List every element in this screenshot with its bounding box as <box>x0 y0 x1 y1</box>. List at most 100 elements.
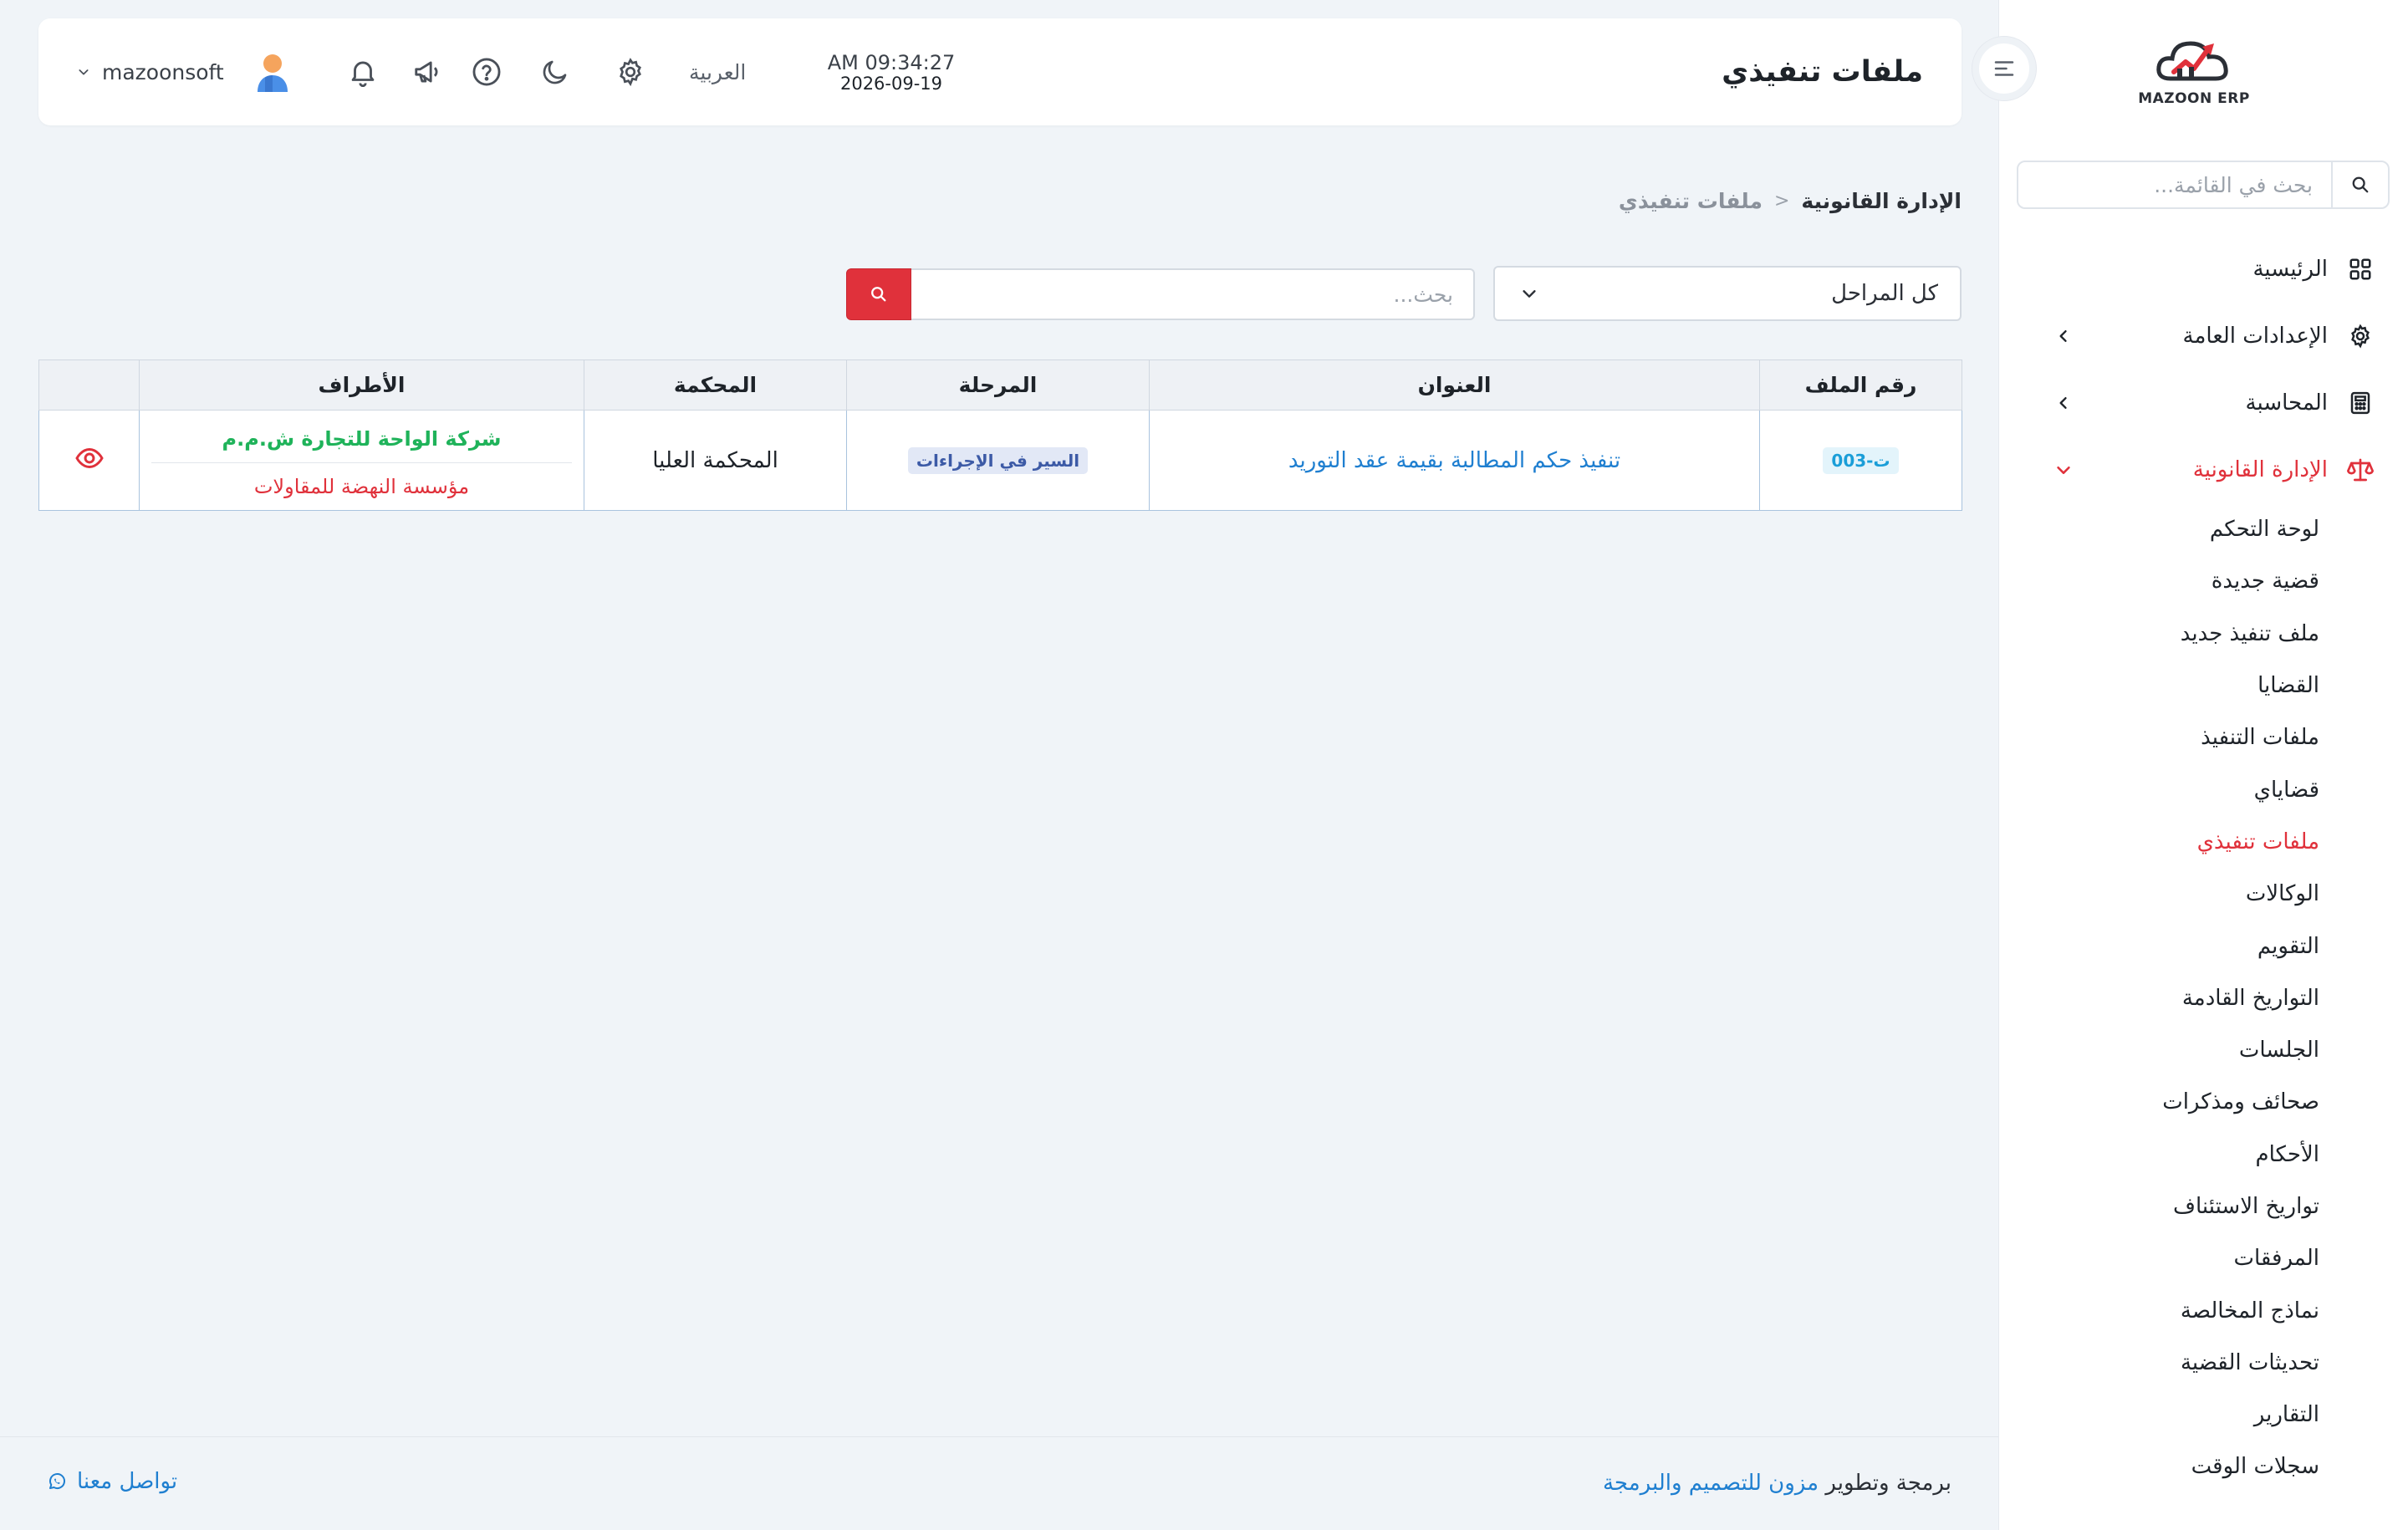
sub-item-dashboard[interactable]: لوحة التحكم <box>1998 503 2408 555</box>
sidebar-search <box>2017 161 2390 209</box>
chevron-down-icon <box>1520 284 1538 303</box>
clock-time: AM 09:34:27 <box>827 51 956 74</box>
stage-filter-value: كل المراحل <box>1831 281 1938 306</box>
cell-stage: السير في الإجراءات <box>846 410 1150 511</box>
sub-item-new-case[interactable]: قضية جديدة <box>1998 555 2408 607</box>
clock: AM 09:34:27 2026-09-19 <box>794 52 988 95</box>
brand-logo[interactable]: MAZOON ERP <box>2127 30 2261 114</box>
column-header-file-number: رقم الملف <box>1759 360 1962 411</box>
footer: برمجة وتطوير مزون للتصميم والبرمجة تواصل… <box>0 1436 1998 1530</box>
cell-actions <box>38 410 140 511</box>
contact-us-link[interactable]: تواصل معنا <box>47 1469 177 1494</box>
username: mazoonsoft <box>102 59 224 84</box>
cloud-chart-logo-icon <box>2156 41 2228 81</box>
court-name: المحكمة العليا <box>652 447 778 473</box>
clock-date: 2026-09-19 <box>839 74 943 94</box>
sidebar-item-accounting[interactable]: المحاسبة <box>1998 370 2408 436</box>
sidebar-item-label: الإعدادات العامة <box>2182 324 2328 349</box>
sub-item-sessions[interactable]: الجلسات <box>1998 1024 2408 1076</box>
table-header-row: رقم الملف العنوان المرحلة المحكمة الأطرا… <box>38 360 1962 411</box>
credit-prefix: برمجة وتطوير <box>1825 1471 1951 1496</box>
bell-icon[interactable] <box>344 54 381 90</box>
sub-item-cases[interactable]: القضايا <box>1998 660 2408 711</box>
chevron-down-icon <box>2038 461 2089 479</box>
stage-badge: السير في الإجراءات <box>907 446 1089 474</box>
sidebar-item-label: الرئيسية <box>2252 257 2328 282</box>
cell-court: المحكمة العليا <box>584 410 847 511</box>
file-number-badge: ت-003 <box>1823 446 1899 474</box>
party-plaintiff: شركة الواحة للتجارة ش.م.م <box>151 422 572 463</box>
sub-item-case-updates[interactable]: تحديثات القضية <box>1998 1337 2408 1389</box>
sub-item-upcoming-dates[interactable]: التواريخ القادمة <box>1998 972 2408 1024</box>
breadcrumb-current: ملفات تنفيذي <box>1618 189 1763 213</box>
sub-item-agencies[interactable]: الوكالات <box>1998 868 2408 920</box>
file-title-link[interactable]: تنفيذ حكم المطالبة بقيمة عقد التوريد <box>1288 448 1620 473</box>
sidebar-item-legal-management[interactable]: الإدارة القانونية <box>1998 436 2408 503</box>
contact-label: تواصل معنا <box>77 1469 178 1494</box>
column-header-actions <box>38 360 140 411</box>
search-icon <box>871 287 886 302</box>
sub-item-execution-files[interactable]: ملفات التنفيذ <box>1998 711 2408 763</box>
party-defendant: مؤسسة النهضة للمقاولات <box>253 475 470 498</box>
cell-parties: شركة الواحة للتجارة ش.م.م مؤسسة النهضة ل… <box>139 410 584 511</box>
chevron-left-icon <box>2038 328 2089 344</box>
cell-title: تنفيذ حكم المطالبة بقيمة عقد التوريد <box>1149 410 1760 511</box>
breadcrumb-separator: < <box>1773 191 1790 212</box>
legal-submenu: لوحة التحكم قضية جديدة ملف تنفيذ جديد ال… <box>1998 503 2408 1493</box>
column-header-title: العنوان <box>1149 360 1760 411</box>
chevron-down-icon <box>77 65 90 79</box>
execution-files-table: رقم الملف العنوان المرحلة المحكمة الأطرا… <box>38 360 1962 511</box>
scales-icon <box>2346 456 2375 484</box>
sidebar-search-input[interactable] <box>2018 162 2331 207</box>
stage-filter-select[interactable]: كل المراحل <box>1493 266 1962 321</box>
chevron-left-icon <box>2038 395 2089 411</box>
sidebar-toggle-button[interactable] <box>1972 37 2036 100</box>
sub-item-my-cases[interactable]: قضاياي <box>1998 763 2408 815</box>
sub-item-reports[interactable]: التقارير <box>1998 1389 2408 1441</box>
sub-item-time-logs[interactable]: سجلات الوقت <box>1998 1441 2408 1492</box>
language-switch[interactable]: العربية <box>689 18 746 125</box>
footer-credit: برمجة وتطوير مزون للتصميم والبرمجة <box>1603 1471 1951 1496</box>
column-header-court: المحكمة <box>584 360 847 411</box>
gear-icon[interactable] <box>612 54 649 90</box>
column-header-parties: الأطراف <box>139 360 584 411</box>
sub-item-memos[interactable]: صحائف ومذكرات <box>1998 1076 2408 1128</box>
sidebar-item-label: الإدارة القانونية <box>2192 457 2328 482</box>
sub-item-judgments[interactable]: الأحكام <box>1998 1129 2408 1181</box>
logo-text: MAZOON ERP <box>2138 90 2250 107</box>
page-title: ملفات تنفيذي <box>1722 55 1923 89</box>
menu-lines-icon <box>1994 61 2014 76</box>
sub-item-new-execution-file[interactable]: ملف تنفيذ جديد <box>1998 608 2408 660</box>
sub-item-calendar[interactable]: التقويم <box>1998 920 2408 972</box>
sidebar-item-home[interactable]: الرئيسية <box>1998 236 2408 303</box>
column-header-stage: المرحلة <box>846 360 1150 411</box>
search-field <box>910 268 1475 320</box>
eye-icon[interactable] <box>74 443 105 473</box>
gear-icon <box>2346 322 2375 350</box>
search-icon[interactable] <box>2331 162 2388 207</box>
search-button[interactable] <box>846 268 911 320</box>
sub-item-appeal-dates[interactable]: تواريخ الاستئناف <box>1998 1181 2408 1232</box>
moon-icon[interactable] <box>537 54 574 90</box>
sidebar-item-general-settings[interactable]: الإعدادات العامة <box>1998 303 2408 370</box>
megaphone-icon[interactable] <box>410 54 446 90</box>
top-header: ملفات تنفيذي AM 09:34:27 2026-09-19 العر… <box>38 18 1962 125</box>
sidebar: MAZOON ERP الرئيسية الإعدادات العامة <box>1998 0 2408 1530</box>
sidebar-nav: الرئيسية الإعدادات العامة المحاسبة الإدا… <box>1998 236 2408 1493</box>
credit-link[interactable]: مزون للتصميم والبرمجة <box>1603 1471 1819 1496</box>
sub-item-attachments[interactable]: المرفقات <box>1998 1232 2408 1284</box>
table-row: ت-003 تنفيذ حكم المطالبة بقيمة عقد التور… <box>38 410 1962 511</box>
user-menu[interactable]: mazoonsoft <box>77 18 294 125</box>
sub-item-settlement-forms[interactable]: نماذج المخالصة <box>1998 1284 2408 1336</box>
breadcrumb-parent[interactable]: الإدارة القانونية <box>1801 189 1962 213</box>
search-input[interactable] <box>911 270 1473 319</box>
avatar <box>251 50 294 94</box>
grid-icon <box>2346 255 2375 283</box>
sub-item-my-execution-files[interactable]: ملفات تنفيذي <box>1998 816 2408 868</box>
help-icon[interactable] <box>468 54 505 90</box>
calculator-icon <box>2346 389 2375 417</box>
sidebar-item-label: المحاسبة <box>2245 390 2328 416</box>
cell-file-number: ت-003 <box>1759 410 1962 511</box>
breadcrumb: الإدارة القانونية < ملفات تنفيذي <box>1619 189 1962 213</box>
whatsapp-icon <box>47 1471 67 1492</box>
